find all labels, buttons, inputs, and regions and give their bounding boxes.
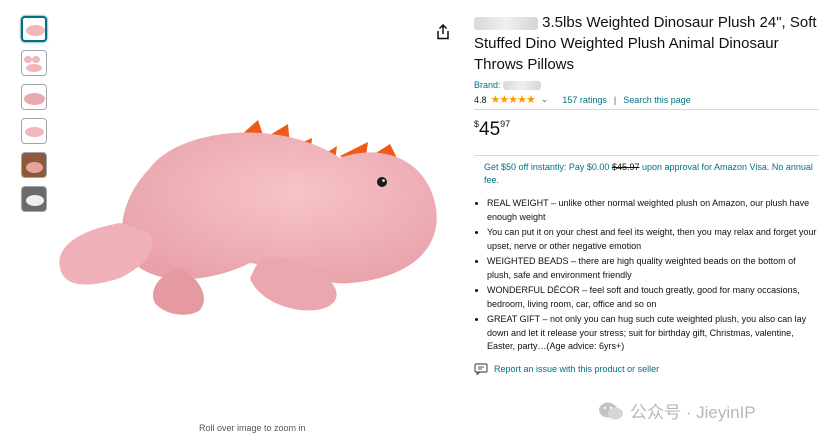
promo-offer[interactable]: Get $50 off instantly: Pay $0.00 $45.97 …: [474, 161, 819, 187]
divider: [474, 155, 819, 157]
brand-label: Brand:: [474, 80, 501, 90]
bullet-item: GREAT GIFT – not only you can hug such c…: [487, 313, 819, 354]
main-product-image[interactable]: [50, 118, 455, 323]
price-fraction: 97: [500, 118, 511, 129]
price-symbol: $: [474, 118, 480, 129]
star-rating-icon[interactable]: ★★★★★: [491, 93, 536, 106]
thumbnail-5[interactable]: [21, 152, 47, 178]
bullet-item: REAL WEIGHT – unlike other normal weight…: [487, 197, 819, 224]
chevron-down-icon[interactable]: ⌄: [541, 94, 549, 105]
dino-arm-left: [59, 223, 153, 285]
report-icon: [474, 363, 488, 375]
share-icon[interactable]: [436, 24, 450, 40]
watermark-text: 公众号 · JieyinIP: [630, 403, 756, 422]
product-title: 3.5lbs Weighted Dinosaur Plush 24", Soft…: [474, 12, 819, 75]
brand-line: Brand:: [474, 80, 819, 91]
zoom-hint: Roll over image to zoom in: [199, 423, 306, 433]
report-issue-link[interactable]: Report an issue with this product or sel…: [494, 364, 659, 374]
separator: |: [613, 94, 617, 105]
watermark: 公众号 · JieyinIP: [598, 398, 756, 423]
redacted-brand-link[interactable]: [503, 81, 542, 91]
thumbnail-1[interactable]: [21, 16, 47, 42]
redacted-brand-name: [474, 16, 538, 30]
price-whole: 45: [479, 119, 501, 141]
bullet-item: You can put it on your chest and feel it…: [487, 226, 819, 253]
dino-eye: [377, 177, 387, 187]
thumbnail-2[interactable]: [21, 50, 47, 76]
promo-text-before: Get $50 off instantly: Pay $0.00: [484, 162, 610, 173]
promo-strike-price: $45.97: [611, 162, 640, 173]
bullet-item: WONDERFUL DÉCOR – feel soft and touch gr…: [487, 284, 819, 311]
product-details: 3.5lbs Weighted Dinosaur Plush 24", Soft…: [474, 12, 819, 375]
thumbnail-4[interactable]: [21, 118, 47, 144]
thumbnail-3[interactable]: [21, 84, 47, 110]
thumbnail-strip: [21, 16, 51, 220]
rating-value: 4.8: [474, 94, 487, 105]
bullet-item: WEIGHTED BEADS – there are high quality …: [487, 255, 819, 282]
eye-highlight: [382, 179, 385, 182]
search-page-link[interactable]: Search this page: [623, 95, 691, 105]
feature-bullets: REAL WEIGHT – unlike other normal weight…: [474, 197, 819, 354]
rating-row: 4.8 ★★★★★ ⌄ 157 ratings | Search this pa…: [474, 93, 819, 111]
report-issue[interactable]: Report an issue with this product or sel…: [474, 363, 819, 375]
price: $4597: [474, 119, 819, 141]
wechat-icon: [599, 402, 623, 419]
thumbnail-6[interactable]: [21, 186, 47, 212]
ratings-count-link[interactable]: 157 ratings: [562, 95, 607, 105]
